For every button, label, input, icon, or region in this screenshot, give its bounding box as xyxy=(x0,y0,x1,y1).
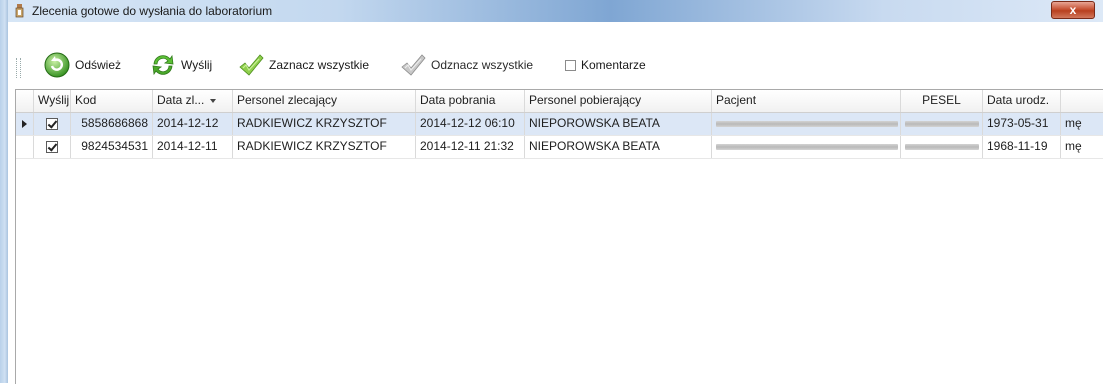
cell-kod: 5858686868 xyxy=(71,113,153,135)
comments-checkbox-box[interactable] xyxy=(565,59,576,71)
window-title: Zlecenia gotowe do wysłania do laborator… xyxy=(32,4,273,18)
col-header-pesel[interactable]: PESEL xyxy=(901,90,983,112)
grid-header: Wyślij Kod Data zl... Personel zlecający… xyxy=(16,90,1103,113)
redacted-bar xyxy=(716,120,898,127)
refresh-label: Odśwież xyxy=(75,58,122,72)
toolbar: Odśwież Wyślij Zaznacz wszystkie Odznacz… xyxy=(8,22,1103,88)
comments-checkbox[interactable]: Komentarze xyxy=(565,52,646,78)
toolbar-grip[interactable] xyxy=(16,58,21,78)
close-button[interactable]: x xyxy=(1051,1,1095,19)
col-header-sex[interactable] xyxy=(1061,90,1103,112)
cell-pesel-redacted xyxy=(901,136,983,158)
uncheck-all-icon xyxy=(401,54,426,76)
deselect-all-button[interactable]: Odznacz wszystkie xyxy=(400,52,533,78)
app-window: Zlecenia gotowe do wysłania do laborator… xyxy=(0,0,1103,384)
send-checkbox-cell[interactable] xyxy=(34,136,71,158)
comments-label: Komentarze xyxy=(581,58,646,72)
col-header-order-date[interactable]: Data zl... xyxy=(153,90,233,112)
col-header-kod[interactable]: Kod xyxy=(71,90,153,112)
current-row-arrow-icon xyxy=(22,120,27,128)
cell-ordering-staff: RADKIEWICZ KRZYSZTOF xyxy=(233,136,416,158)
send-label: Wyślij xyxy=(181,58,213,72)
col-header-birth-date[interactable]: Data urodz. xyxy=(983,90,1061,112)
select-all-button[interactable]: Zaznacz wszystkie xyxy=(238,52,369,78)
row-indicator xyxy=(16,113,34,135)
window-border xyxy=(0,0,8,383)
cell-collecting-staff: NIEPOROWSKA BEATA xyxy=(525,136,712,158)
cell-order-date: 2014-12-12 xyxy=(153,113,233,135)
col-header-patient[interactable]: Pacjent xyxy=(712,90,901,112)
cell-collection-date: 2014-12-11 21:32 xyxy=(416,136,525,158)
col-header-ordering-staff[interactable]: Personel zlecający xyxy=(233,90,416,112)
cell-patient-redacted xyxy=(712,136,901,158)
cell-birth-date: 1968-11-19 xyxy=(983,136,1061,158)
cell-sex: mę xyxy=(1065,139,1082,153)
cell-sex: mę xyxy=(1065,116,1082,130)
row-indicator xyxy=(16,136,34,158)
refresh-icon xyxy=(44,52,70,78)
check-all-icon xyxy=(239,54,264,76)
redacted-bar xyxy=(716,143,898,150)
cell-pesel-redacted xyxy=(901,113,983,135)
col-header-send[interactable]: Wyślij xyxy=(34,90,71,112)
sort-down-icon xyxy=(210,98,217,103)
refresh-button[interactable]: Odśwież xyxy=(44,52,121,78)
cell-collection-date: 2014-12-12 06:10 xyxy=(416,113,525,135)
cell-ordering-staff: RADKIEWICZ KRZYSZTOF xyxy=(233,113,416,135)
send-button[interactable]: Wyślij xyxy=(150,52,212,78)
send-checkbox[interactable] xyxy=(46,117,58,130)
title-bar[interactable]: Zlecenia gotowe do wysłania do laborator… xyxy=(8,0,1103,23)
col-header-collecting-staff[interactable]: Personel pobierający xyxy=(525,90,712,112)
cell-patient-redacted xyxy=(712,113,901,135)
cell-collecting-staff: NIEPOROWSKA BEATA xyxy=(525,113,712,135)
send-checkbox-cell[interactable] xyxy=(34,113,71,135)
cell-kod: 9824534531 xyxy=(71,136,153,158)
app-icon xyxy=(15,4,24,18)
col-header-order-date-label: Data zl... xyxy=(157,93,205,107)
select-all-label: Zaznacz wszystkie xyxy=(269,58,370,72)
send-icon xyxy=(152,54,174,76)
cell-order-date: 2014-12-11 xyxy=(153,136,233,158)
deselect-all-label: Odznacz wszystkie xyxy=(431,58,534,72)
table-row[interactable]: 9824534531 2014-12-11 RADKIEWICZ KRZYSZT… xyxy=(16,136,1103,159)
orders-grid: Wyślij Kod Data zl... Personel zlecający… xyxy=(15,89,1103,384)
col-header-collection-date[interactable]: Data pobrania xyxy=(416,90,525,112)
cell-birth-date: 1973-05-31 xyxy=(983,113,1061,135)
row-header-corner xyxy=(16,90,34,112)
redacted-bar xyxy=(905,143,979,150)
redacted-bar xyxy=(905,120,979,127)
send-checkbox[interactable] xyxy=(46,140,58,153)
close-icon: x xyxy=(1069,3,1077,17)
table-row[interactable]: 5858686868 2014-12-12 RADKIEWICZ KRZYSZT… xyxy=(16,113,1103,136)
